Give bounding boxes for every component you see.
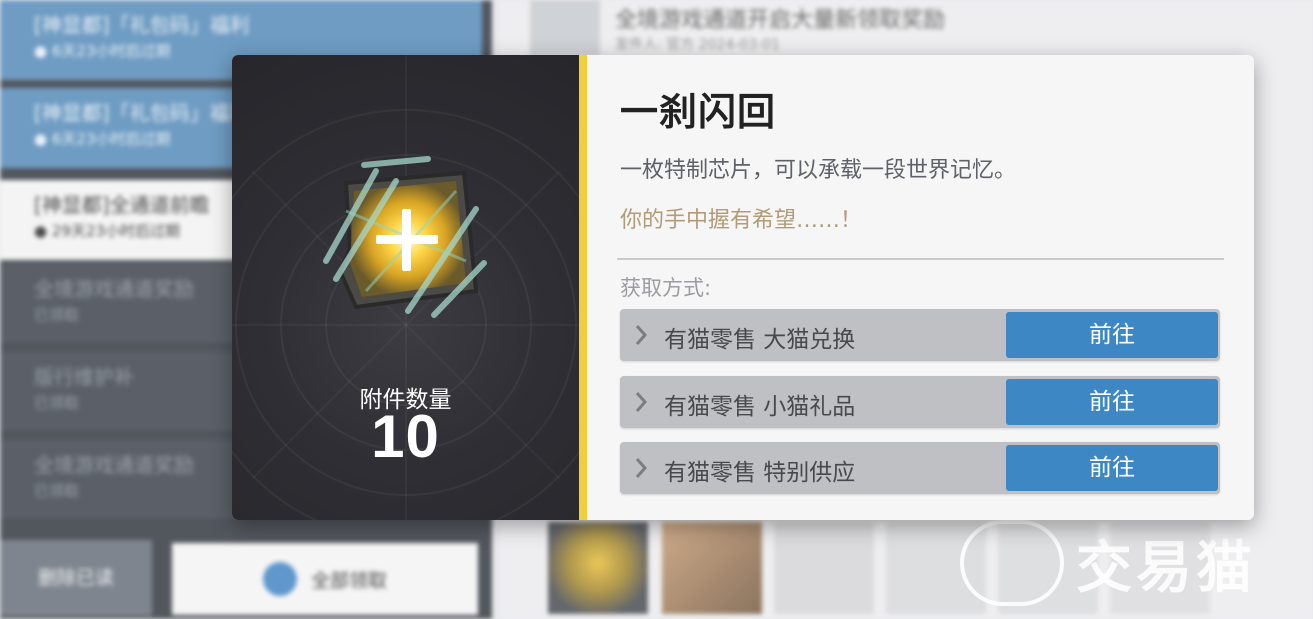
divider xyxy=(617,258,1224,260)
source-row: 有猫零售 小猫礼品 前往 xyxy=(620,376,1220,428)
watermark-text: 交易猫 xyxy=(1076,535,1256,601)
glowing-chip-icon xyxy=(323,156,487,318)
cat-logo-icon xyxy=(960,520,1064,606)
watermark: 交易猫 xyxy=(960,520,1256,606)
accent-bar xyxy=(579,55,587,520)
chevron-right-icon xyxy=(635,392,648,412)
source-label: 有猫零售 小猫礼品 xyxy=(664,394,856,420)
source-label: 有猫零售 特别供应 xyxy=(664,460,856,486)
source-row: 有猫零售 大猫兑换 前往 xyxy=(620,309,1220,361)
item-name: 一刹闪回 xyxy=(620,89,777,134)
item-description: 一枚特制芯片，可以承载一段世界记忆。 xyxy=(620,158,1017,183)
source-row: 有猫零售 特别供应 前往 xyxy=(620,442,1220,494)
quantity-value: 10 xyxy=(371,403,440,470)
go-button[interactable]: 前往 xyxy=(1006,379,1218,425)
chevron-right-icon xyxy=(635,458,648,478)
item-detail-popup: 附件数量 10 一刹闪回 一枚特制芯片，可以承载一段世界记忆。 你的手中握有希望… xyxy=(232,55,1254,520)
go-button[interactable]: 前往 xyxy=(1006,312,1218,358)
item-preview-panel: 附件数量 10 xyxy=(232,55,579,520)
go-button[interactable]: 前往 xyxy=(1006,445,1218,491)
chevron-right-icon xyxy=(635,325,648,345)
sources-title: 获取方式: xyxy=(620,276,712,300)
item-info-panel: 一刹闪回 一枚特制芯片，可以承载一段世界记忆。 你的手中握有希望……！ 获取方式… xyxy=(587,55,1254,520)
item-flavor-text: 你的手中握有希望……！ xyxy=(620,208,863,233)
source-label: 有猫零售 大猫兑换 xyxy=(664,327,856,353)
